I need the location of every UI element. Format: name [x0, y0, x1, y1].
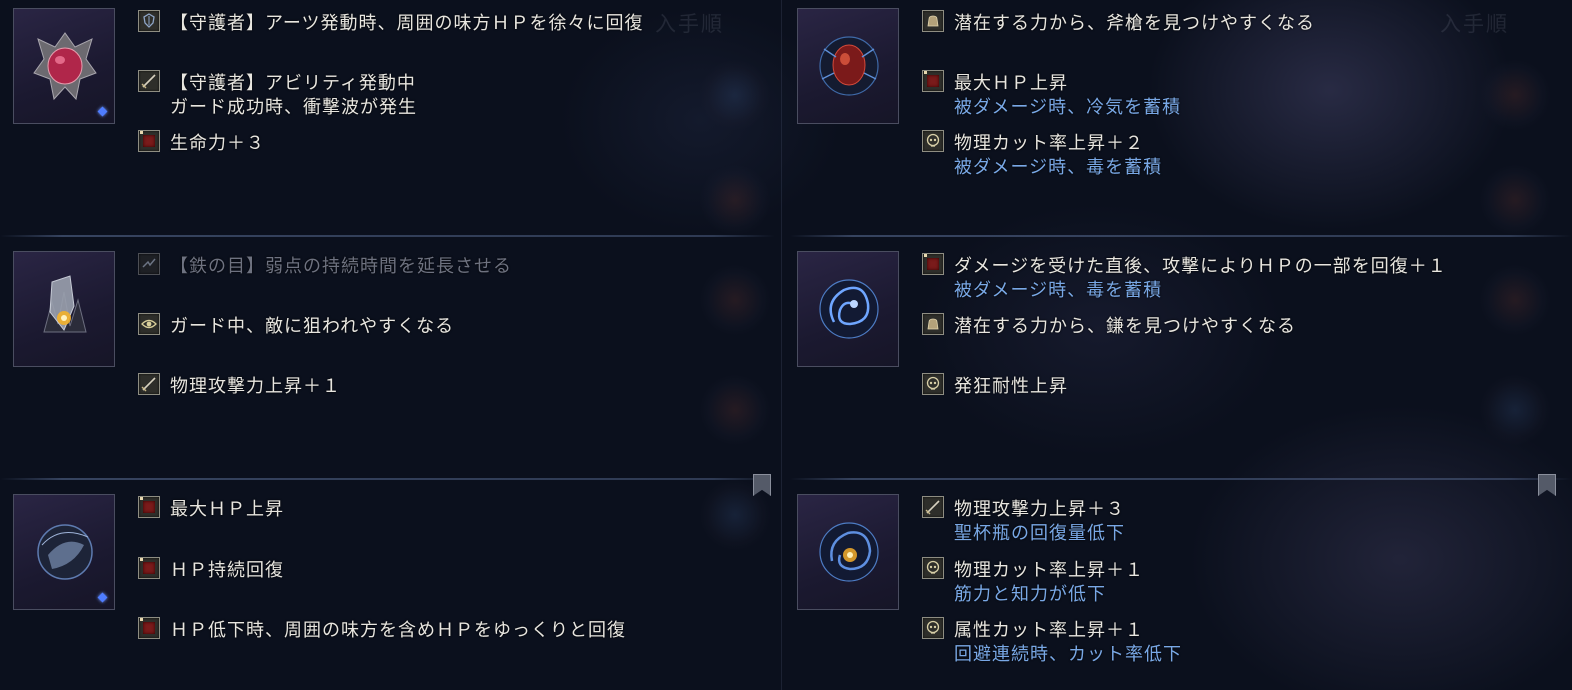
- relic-effect: 【守護者】アーツ発動時、周囲の味方ＨＰを徐々に回復: [170, 13, 644, 34]
- relic-slot[interactable]: [13, 251, 115, 367]
- relic-effect: 生命力＋３: [170, 133, 265, 154]
- red-vitality-icon: [138, 496, 160, 518]
- bookmark-icon[interactable]: [1538, 474, 1556, 496]
- background-relic-icon: [700, 60, 770, 130]
- sort-order-label-ghost: 入手順: [1440, 12, 1509, 36]
- background-relic-icon: [700, 265, 770, 335]
- sword-icon: [138, 373, 160, 395]
- relic-effect: ＨＰ持続回復: [170, 560, 284, 581]
- relic-effect: 最大ＨＰ上昇: [954, 73, 1068, 94]
- row-divider: [0, 235, 775, 237]
- relic-slot[interactable]: [797, 8, 899, 124]
- relic-effect: 発狂耐性上昇: [954, 376, 1068, 397]
- moon-relic-icon: [37, 524, 93, 580]
- red-vitality-icon: [922, 70, 944, 92]
- relic-effect: 最大ＨＰ上昇: [170, 499, 284, 520]
- relic-effect: ガード中、敵に狙われやすくなる: [170, 316, 455, 337]
- relic-effect: 物理攻撃力上昇＋１: [170, 376, 341, 397]
- eye-icon: [138, 313, 160, 335]
- sword-icon: [922, 496, 944, 518]
- background-relic-icon: [700, 375, 770, 445]
- iron-eye-icon: [138, 253, 160, 275]
- relic-negative-effect: 被ダメージ時、毒を蓄積: [954, 280, 1163, 301]
- background-relic-icon: [1480, 60, 1550, 130]
- relic-negative-effect: 被ダメージ時、毒を蓄積: [954, 157, 1163, 178]
- relic-slot[interactable]: [797, 494, 899, 610]
- rarity-diamond-icon: [97, 106, 108, 117]
- relic-effect: 属性カット率上昇＋１: [954, 620, 1144, 641]
- relic-effect: ダメージを受けた直後、攻撃によりＨＰの一部を回復＋１: [954, 256, 1447, 277]
- rarity-diamond-icon: [97, 592, 108, 603]
- red-vitality-icon: [922, 253, 944, 275]
- skull-icon: [922, 130, 944, 152]
- relic-effect: 潜在する力から、斧槍を見つけやすくなる: [954, 13, 1315, 34]
- relic-slot[interactable]: [13, 8, 115, 124]
- red-vitality-icon: [138, 557, 160, 579]
- relic-effect: ガード成功時、衝撃波が発生: [170, 97, 417, 118]
- background-relic-icon: [1480, 165, 1550, 235]
- row-divider: [0, 478, 775, 480]
- row-divider: [790, 478, 1572, 480]
- relic-negative-effect: 被ダメージ時、冷気を蓄積: [954, 97, 1182, 118]
- relic-effect: 【鉄の目】弱点の持続時間を延長させる: [170, 256, 512, 277]
- relic-effect: 【守護者】アビリティ発動中: [170, 73, 416, 94]
- background-relic-icon: [700, 165, 770, 235]
- skull-icon: [922, 617, 944, 639]
- blood-relic-icon: [819, 36, 879, 96]
- sort-order-label-ghost: 入手順: [655, 12, 724, 36]
- relic-effect: 物理カット率上昇＋２: [954, 133, 1144, 154]
- vortex-relic-icon: [819, 522, 879, 582]
- relic-effect: 潜在する力から、鎌を見つけやすくなる: [954, 316, 1296, 337]
- shield-icon: [138, 10, 160, 32]
- red-vitality-icon: [138, 130, 160, 152]
- relic-slot[interactable]: [13, 494, 115, 610]
- item-bag-icon: [922, 10, 944, 32]
- item-bag-icon: [922, 313, 944, 335]
- skull-icon: [922, 373, 944, 395]
- relic-negative-effect: 聖杯瓶の回復量低下: [954, 523, 1125, 544]
- red-vitality-icon: [138, 617, 160, 639]
- relic-slot[interactable]: [797, 251, 899, 367]
- storm-relic-icon: [819, 279, 879, 339]
- background-relic-icon: [1480, 265, 1550, 335]
- background-relic-icon: [1480, 375, 1550, 445]
- relic-negative-effect: 筋力と知力が低下: [954, 584, 1106, 605]
- crystal-relic-icon: [43, 275, 87, 333]
- sword-icon: [138, 70, 160, 92]
- row-divider: [790, 235, 1572, 237]
- relic-effect: 物理攻撃力上昇＋３: [954, 499, 1125, 520]
- column-divider: [781, 0, 782, 690]
- ruby-relic-icon: [33, 32, 97, 101]
- relic-negative-effect: 回避連続時、カット率低下: [954, 644, 1182, 665]
- skull-icon: [922, 557, 944, 579]
- relic-effect: 物理カット率上昇＋１: [954, 560, 1144, 581]
- relic-effect: ＨＰ低下時、周囲の味方を含めＨＰをゆっくりと回復: [170, 620, 626, 641]
